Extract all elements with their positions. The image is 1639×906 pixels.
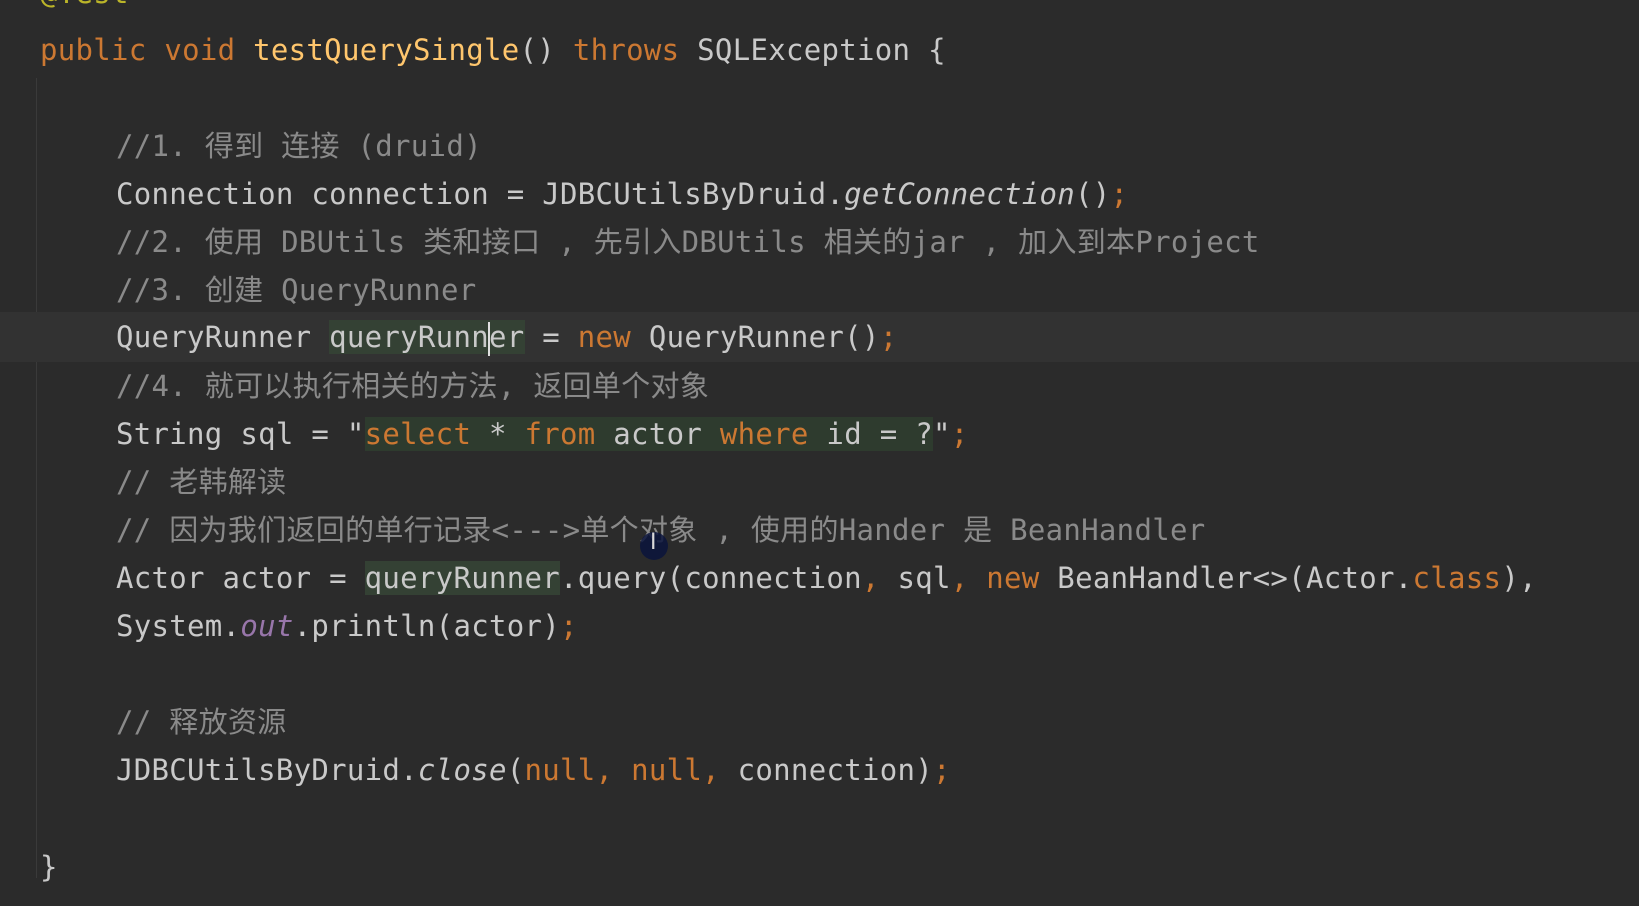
call-end: ), bbox=[1501, 561, 1537, 595]
semicolon: ; bbox=[933, 753, 951, 787]
code-line-annotation[interactable]: @Test bbox=[0, 0, 1639, 18]
var-part-b: er bbox=[488, 320, 525, 354]
method-parens: () bbox=[519, 33, 556, 67]
code-line-sql[interactable]: String sql = "select * from actor where … bbox=[0, 409, 1639, 459]
keyword-null: null bbox=[524, 753, 596, 787]
annotation-test: @Test bbox=[40, 0, 129, 10]
query-runner-ref: queryRunner bbox=[364, 561, 560, 595]
close-call: close bbox=[417, 753, 507, 787]
actor-decl: Actor actor = bbox=[116, 561, 365, 595]
sql-table: actor bbox=[595, 417, 720, 451]
open-brace: { bbox=[928, 33, 946, 67]
comma: , bbox=[595, 753, 632, 787]
bean-handler: BeanHandler<>(Actor. bbox=[1039, 561, 1413, 595]
keyword-new: new bbox=[968, 561, 1040, 595]
code-line-comment-6[interactable]: // 因为我们返回的单行记录<--->单个对象 , 使用的Hander 是 Be… bbox=[0, 505, 1639, 555]
assign-op: = bbox=[524, 320, 578, 354]
semicolon: ; bbox=[879, 320, 898, 354]
keyword-throws: throws bbox=[572, 33, 680, 67]
keyword-null: null bbox=[631, 753, 703, 787]
semicolon: ; bbox=[1110, 177, 1129, 211]
mouse-cursor-icon bbox=[640, 530, 668, 560]
sql-star: * bbox=[471, 417, 525, 451]
code-line-connection[interactable]: Connection connection = JDBCUtilsByDruid… bbox=[0, 169, 1639, 219]
code-line-comment-5[interactable]: // 老韩解读 bbox=[0, 457, 1639, 507]
code-line-comment-1[interactable]: //1. 得到 连接 (druid) bbox=[0, 121, 1639, 171]
comma: , bbox=[702, 753, 738, 787]
code-line-println[interactable]: System.out.println(actor); bbox=[0, 601, 1639, 651]
sql-from: from bbox=[524, 417, 596, 451]
keyword-class: class bbox=[1412, 561, 1502, 595]
code-line-actor-query[interactable]: Actor actor = queryRunner.query(connecti… bbox=[0, 553, 1639, 603]
exception-type: SQLException bbox=[697, 33, 911, 67]
code-line-close[interactable]: JDBCUtilsByDruid.close(null, null, conne… bbox=[0, 745, 1639, 795]
static-out: out bbox=[240, 609, 294, 643]
semicolon: ; bbox=[560, 609, 578, 643]
method-name: testQuerySingle bbox=[253, 33, 520, 67]
code-line-query-runner[interactable]: QueryRunner queryRunner = new QueryRunne… bbox=[0, 312, 1639, 362]
code-editor[interactable]: @Test public void testQuerySingle() thro… bbox=[0, 0, 1639, 906]
comma: , bbox=[950, 561, 969, 595]
keyword-public: public bbox=[40, 33, 147, 67]
call-parens: () bbox=[1075, 177, 1111, 211]
sql-decl: String sql = " bbox=[116, 417, 365, 451]
code-line-comment-4[interactable]: //4. 就可以执行相关的方法, 返回单个对象 bbox=[0, 361, 1639, 411]
code-line-comment-3[interactable]: //3. 创建 QueryRunner bbox=[0, 265, 1639, 315]
query-runner-type: QueryRunner bbox=[116, 320, 330, 354]
sql-arg: sql bbox=[879, 561, 951, 595]
var-part-a: queryRunn bbox=[329, 320, 489, 354]
sql-select: select bbox=[364, 417, 472, 451]
println-call: .println(actor) bbox=[293, 609, 561, 643]
keyword-new: new bbox=[577, 320, 632, 354]
open-paren: ( bbox=[506, 753, 525, 787]
semicolon: ; bbox=[950, 417, 969, 451]
utils-class: JDBCUtilsByDruid. bbox=[116, 753, 418, 787]
sql-where: where bbox=[719, 417, 809, 451]
get-connection-call: getConnection bbox=[844, 177, 1076, 211]
keyword-void: void bbox=[164, 33, 236, 67]
sql-string: select * from actor where id = ? bbox=[364, 417, 933, 451]
close-quote: " bbox=[933, 417, 951, 451]
system-class: System. bbox=[116, 609, 241, 643]
comma: , bbox=[861, 561, 880, 595]
code-line-comment-7[interactable]: // 释放资源 bbox=[0, 697, 1639, 747]
constructor-call: QueryRunner() bbox=[631, 320, 880, 354]
query-call: .query(connection bbox=[560, 561, 862, 595]
connection-decl: Connection connection = JDBCUtilsByDruid… bbox=[116, 177, 845, 211]
code-line-comment-2[interactable]: //2. 使用 DBUtils 类和接口 , 先引入DBUtils 相关的jar… bbox=[0, 217, 1639, 267]
sql-condition: id = ? bbox=[808, 417, 933, 451]
code-line-closing-brace[interactable]: } bbox=[0, 842, 1639, 892]
query-runner-var: queryRunner bbox=[329, 320, 525, 356]
connection-arg: connection) bbox=[737, 753, 934, 787]
code-line-signature[interactable]: public void testQuerySingle() throws SQL… bbox=[0, 25, 1639, 75]
